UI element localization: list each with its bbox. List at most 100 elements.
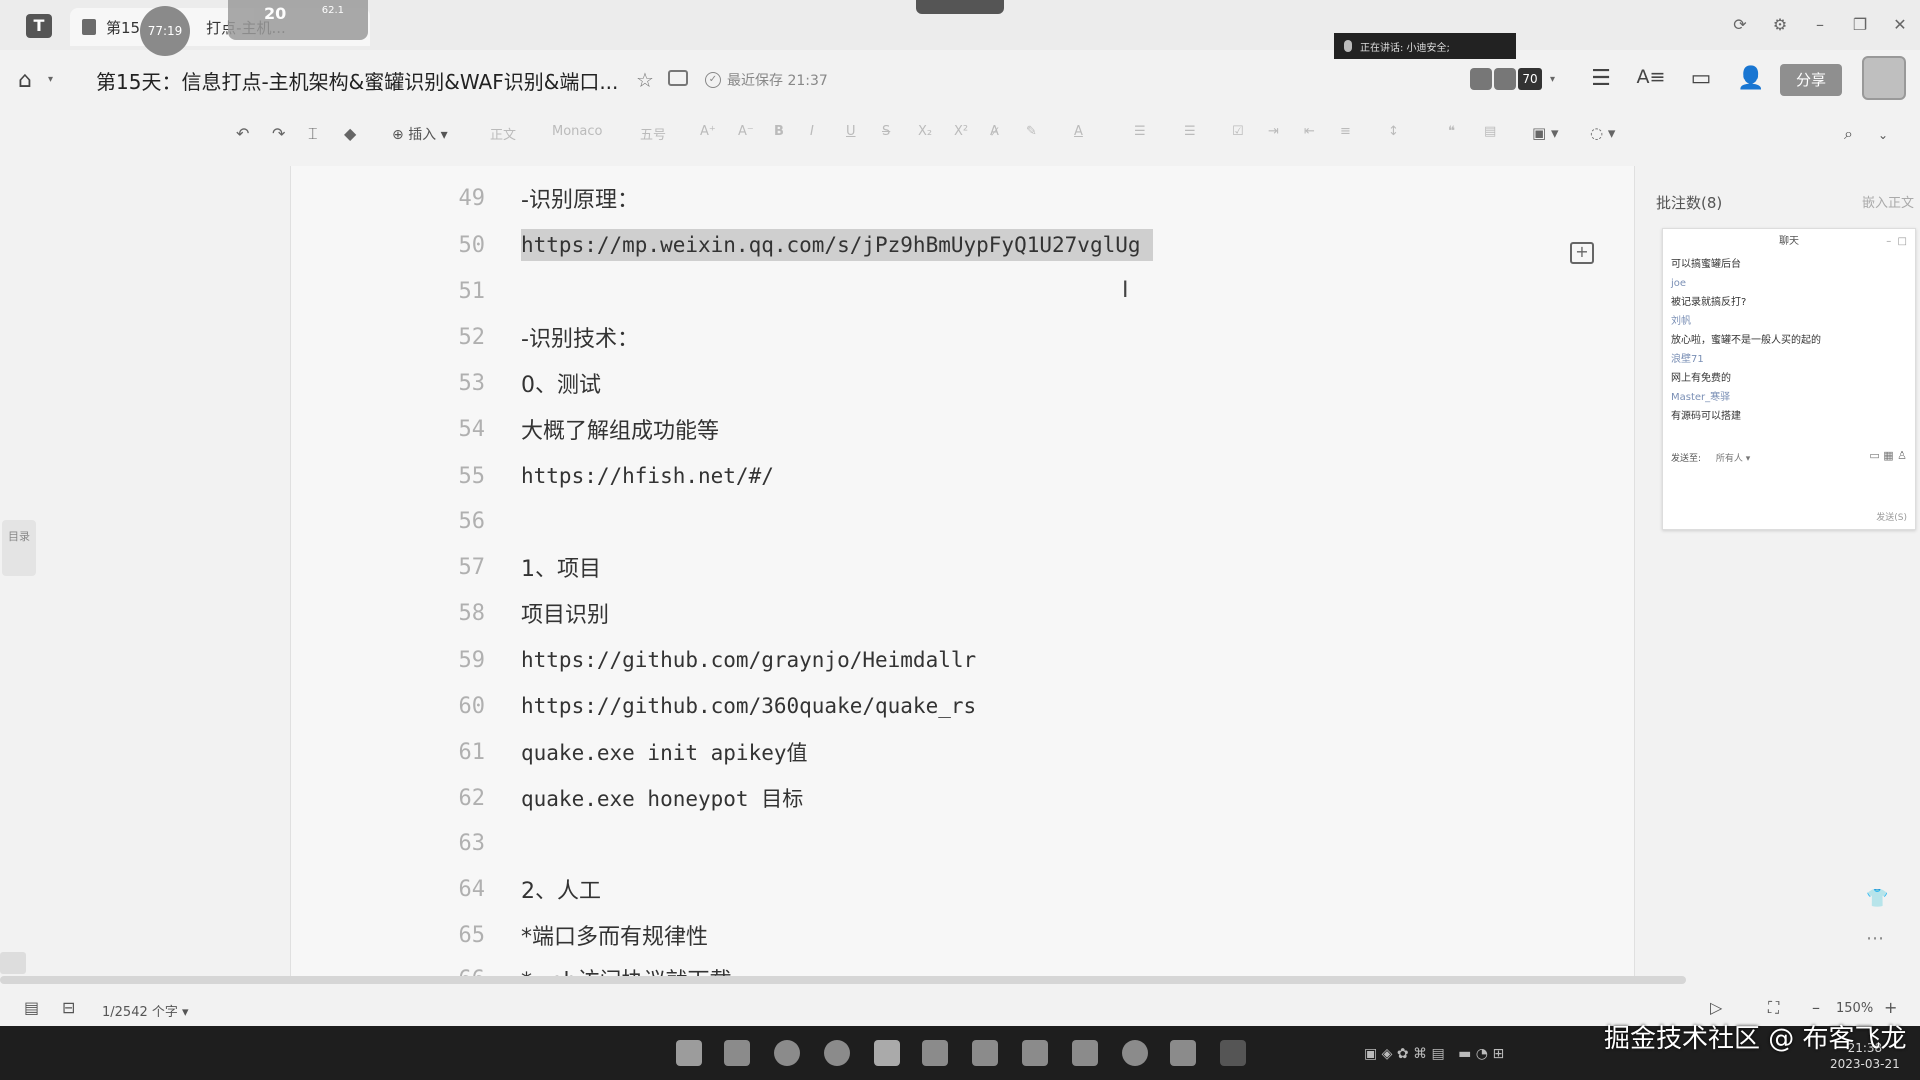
format-painter-icon[interactable]: ⌶ bbox=[308, 124, 318, 144]
highlight-icon[interactable]: ✎ bbox=[1026, 124, 1037, 139]
network-app-icon[interactable] bbox=[1122, 1040, 1148, 1066]
bold-icon[interactable]: B bbox=[774, 124, 784, 139]
tool-app-icon[interactable] bbox=[1072, 1040, 1098, 1066]
zoom-level[interactable]: 150% bbox=[1836, 1001, 1873, 1016]
zoom-out-icon[interactable]: – bbox=[1812, 998, 1820, 1017]
restore-button[interactable]: ❐ bbox=[1840, 15, 1880, 34]
search-icon[interactable]: ⌕ bbox=[1844, 124, 1853, 144]
quote-icon[interactable]: ❝ bbox=[1448, 124, 1455, 139]
play-icon[interactable]: ▷ bbox=[1710, 998, 1722, 1017]
home-icon[interactable]: ⌂ bbox=[18, 68, 32, 93]
refresh-icon[interactable]: ⟳ bbox=[1720, 15, 1760, 34]
app-logo-icon[interactable]: T bbox=[26, 14, 52, 38]
drag-handle[interactable] bbox=[916, 0, 1004, 14]
user-avatar[interactable] bbox=[1862, 56, 1906, 100]
bullet-list-icon[interactable]: ☰ bbox=[1134, 124, 1146, 139]
vscode-icon[interactable] bbox=[1022, 1040, 1048, 1066]
meeting-status-badge[interactable]: 20 62.1 bbox=[228, 0, 368, 40]
document-title[interactable]: 第15天：信息打点-主机架构&蜜罐识别&WAF识别&端口... bbox=[96, 66, 618, 95]
edge-browser-icon[interactable] bbox=[774, 1040, 800, 1066]
collaborate-icon[interactable]: 👤 bbox=[1736, 66, 1766, 91]
redo-icon[interactable]: ↷ bbox=[272, 124, 285, 143]
outline-icon[interactable]: ▤ bbox=[24, 998, 39, 1017]
horizontal-scrollbar[interactable] bbox=[0, 976, 1686, 984]
chevron-down-icon[interactable]: ▾ bbox=[48, 74, 53, 85]
send-button[interactable]: 发送(S) bbox=[1876, 510, 1907, 523]
line-text[interactable]: *端口多而有规律性 bbox=[521, 919, 708, 951]
move-folder-icon[interactable] bbox=[668, 70, 688, 86]
checklist-icon[interactable]: ☑ bbox=[1232, 124, 1244, 139]
menu-icon[interactable]: ☰ bbox=[1586, 66, 1616, 91]
outline-toggle[interactable]: 目录 bbox=[2, 520, 36, 576]
settings-icon[interactable]: ⚙ bbox=[1760, 15, 1800, 34]
docs-app-icon[interactable] bbox=[874, 1040, 900, 1066]
sidebar-toggle-icon[interactable] bbox=[0, 952, 26, 974]
collapse-toolbar-icon[interactable]: ⌄ bbox=[1878, 128, 1888, 142]
chrome-browser-icon[interactable] bbox=[824, 1040, 850, 1066]
indent-icon[interactable]: ⇥ bbox=[1268, 124, 1279, 139]
tray-icons[interactable]: ▣ ◈ ✿ ⌘ ▤ ▬ ◔ ⊞ bbox=[1364, 1046, 1504, 1062]
plugin-icon[interactable]: ◌ ▾ bbox=[1590, 124, 1615, 142]
subscript-icon[interactable]: X₂ bbox=[918, 124, 932, 139]
virtual-machine-icon[interactable] bbox=[1170, 1040, 1196, 1066]
word-count[interactable]: 1/2542 个字 ▾ bbox=[102, 1001, 189, 1020]
eraser-icon[interactable]: ◆ bbox=[344, 124, 356, 143]
align-icon[interactable]: ≡ bbox=[1340, 124, 1351, 139]
clear-format-icon[interactable]: A̷ bbox=[990, 124, 999, 139]
page-view-icon[interactable]: ⊟ bbox=[62, 998, 75, 1017]
chat-window-controls[interactable]: – □ bbox=[1886, 229, 1907, 255]
more-icon[interactable]: ⋯ bbox=[1866, 928, 1884, 949]
send-to-select[interactable]: 所有人 ▾ bbox=[1716, 454, 1750, 464]
numbered-list-icon[interactable]: ☰ bbox=[1184, 124, 1196, 139]
font-color-icon[interactable]: A bbox=[1074, 124, 1083, 139]
minimize-button[interactable]: – bbox=[1800, 15, 1840, 34]
font-family-select[interactable]: Monaco bbox=[552, 124, 602, 139]
insert-button[interactable]: ⊕ 插入 ▾ bbox=[392, 124, 448, 144]
line-text[interactable]: quake.exe init apikey值 bbox=[521, 737, 808, 767]
line-text[interactable]: https://github.com/graynjo/Heimdallr bbox=[521, 648, 976, 672]
present-icon[interactable]: ▭ bbox=[1686, 66, 1716, 91]
superscript-icon[interactable]: X² bbox=[954, 124, 968, 139]
text-format-icon[interactable]: A≡ bbox=[1636, 66, 1666, 88]
share-button[interactable]: 分享 bbox=[1780, 64, 1842, 96]
fullscreen-icon[interactable]: ⛶ bbox=[1768, 998, 1779, 1018]
line-text[interactable]: 1、项目 bbox=[521, 551, 601, 583]
add-comment-icon[interactable]: + bbox=[1570, 242, 1594, 264]
document-editor[interactable]: 49 -识别原理： 50 https://mp.weixin.qq.com/s/jP… bbox=[290, 166, 1635, 978]
file-explorer-icon[interactable] bbox=[724, 1040, 750, 1066]
divider-icon[interactable]: ▤ bbox=[1484, 124, 1496, 139]
line-text[interactable]: https://github.com/360quake/quake_rs bbox=[521, 694, 976, 718]
close-button[interactable]: ✕ bbox=[1880, 15, 1920, 34]
send-to-row[interactable]: 发送至: 所有人 ▾ bbox=[1671, 451, 1750, 464]
strikethrough-icon[interactable]: S bbox=[882, 124, 890, 139]
embed-in-text-button[interactable]: 嵌入正文 bbox=[1862, 192, 1914, 211]
image-icon[interactable]: ▣ ▾ bbox=[1532, 124, 1558, 142]
selected-link-text[interactable]: https://mp.weixin.qq.com/s/jPz9hBmUypFyQ… bbox=[521, 229, 1153, 261]
line-spacing-icon[interactable]: ↕ bbox=[1388, 124, 1399, 139]
font-size-select[interactable]: 五号 bbox=[640, 124, 666, 143]
line-text[interactable]: -识别原理： bbox=[521, 182, 639, 214]
line-text[interactable]: quake.exe honeypot 目标 bbox=[521, 783, 803, 813]
line-text[interactable]: https://hfish.net/#/ bbox=[521, 464, 774, 488]
increase-font-icon[interactable]: A⁺ bbox=[700, 124, 716, 139]
zoom-in-icon[interactable]: + bbox=[1884, 998, 1897, 1017]
line-text[interactable]: 2、人工 bbox=[521, 873, 601, 905]
collaborators[interactable]: 70 ▾ bbox=[1470, 68, 1555, 90]
undo-icon[interactable]: ↶ bbox=[236, 124, 249, 143]
line-text[interactable]: -识别技术： bbox=[521, 321, 639, 353]
chevron-down-icon[interactable]: ▾ bbox=[1550, 74, 1555, 85]
line-text[interactable]: 0、测试 bbox=[521, 367, 601, 399]
underline-icon[interactable]: U bbox=[846, 124, 856, 139]
chat-tools[interactable]: ▭ ▦ ♙ bbox=[1869, 449, 1907, 462]
shirt-icon[interactable]: 👕 bbox=[1866, 888, 1888, 909]
comments-count[interactable]: 批注数(8) bbox=[1656, 192, 1722, 213]
decrease-font-icon[interactable]: A⁻ bbox=[738, 124, 754, 139]
italic-icon[interactable]: I bbox=[810, 124, 814, 139]
photos-icon[interactable] bbox=[922, 1040, 948, 1066]
line-text[interactable]: 项目识别 bbox=[521, 597, 609, 629]
star-icon[interactable]: ☆ bbox=[636, 68, 654, 92]
terminal-icon[interactable] bbox=[1220, 1040, 1246, 1066]
paragraph-style-select[interactable]: 正文 bbox=[490, 124, 516, 143]
line-text[interactable]: 大概了解组成功能等 bbox=[521, 413, 719, 445]
start-icon[interactable] bbox=[676, 1040, 702, 1066]
